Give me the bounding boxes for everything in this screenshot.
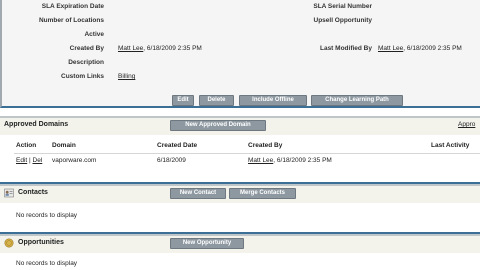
- field-label: Upsell Opportunity: [313, 17, 373, 24]
- account-detail-section: SLA Expiration Date SLA Serial Number Nu…: [0, 0, 480, 94]
- created-date-cell: 6/18/2009: [157, 157, 186, 164]
- column-header: Domain: [52, 142, 76, 149]
- detail-row-description: Description: [2, 56, 480, 69]
- section-title: Approved Domains: [4, 121, 69, 128]
- table-row: Edit | Del vaporware.com 6/18/2009 Matt …: [0, 157, 480, 169]
- detail-button-bar: Edit Delete Include Offline Change Learn…: [0, 94, 480, 108]
- field-value: Billing: [118, 70, 135, 83]
- section-title: Contacts: [18, 189, 48, 196]
- field-label: Active: [84, 31, 104, 38]
- detail-row-locations: Number of Locations Upsell Opportunity: [2, 14, 480, 27]
- field-label: SLA Serial Number: [313, 3, 372, 10]
- billing-link[interactable]: Billing: [118, 73, 135, 80]
- empty-message: No records to display: [16, 212, 78, 219]
- user-link[interactable]: Matt Lee: [378, 45, 403, 52]
- opportunities-section: Opportunities New Opportunity No records…: [0, 234, 480, 270]
- field-label: Created By: [69, 45, 104, 52]
- opportunities-list: No records to display: [0, 253, 480, 270]
- help-link[interactable]: Appro: [458, 118, 475, 132]
- include-offline-button[interactable]: Include Offline: [239, 95, 307, 106]
- page: SLA Expiration Date SLA Serial Number Nu…: [0, 0, 480, 270]
- created-by-timestamp: , 6/18/2009 2:35 PM: [273, 157, 332, 164]
- new-contact-button[interactable]: New Contact: [170, 188, 226, 199]
- column-header: Created By: [248, 142, 283, 149]
- field-value: Matt Lee, 6/18/2009 2:35 PM: [378, 42, 462, 55]
- contacts-section: Contacts New Contact Merge Contacts No r…: [0, 184, 480, 232]
- new-opportunity-button[interactable]: New Opportunity: [170, 238, 244, 249]
- column-header: Action: [16, 142, 37, 149]
- user-link[interactable]: Matt Lee: [248, 157, 273, 164]
- detail-row-sla-expiration: SLA Expiration Date SLA Serial Number: [2, 0, 480, 13]
- user-link[interactable]: Matt Lee: [118, 45, 143, 52]
- delete-link[interactable]: Del: [33, 157, 43, 164]
- field-label: Number of Locations: [38, 17, 104, 24]
- row-actions: Edit | Del: [16, 157, 42, 164]
- field-label: SLA Expiration Date: [41, 3, 104, 10]
- approved-domains-table: Action Domain Created Date Created By La…: [0, 135, 480, 182]
- approved-domains-section: Approved Domains New Approved Domain App…: [0, 116, 480, 182]
- column-header: Last Activity: [431, 142, 470, 149]
- new-approved-domain-button[interactable]: New Approved Domain: [170, 120, 266, 131]
- section-title: Opportunities: [18, 239, 64, 246]
- delete-button[interactable]: Delete: [199, 95, 234, 106]
- empty-message: No records to display: [16, 260, 78, 267]
- column-header: Created Date: [157, 142, 198, 149]
- merge-contacts-button[interactable]: Merge Contacts: [229, 188, 296, 199]
- field-label: Description: [68, 59, 104, 66]
- opportunity-coin-icon: [4, 238, 14, 248]
- created-by-cell: Matt Lee, 6/18/2009 2:35 PM: [248, 157, 332, 164]
- contact-card-icon: [4, 188, 14, 198]
- contacts-list: No records to display: [0, 203, 480, 232]
- domain-cell[interactable]: vaporware.com: [52, 157, 96, 164]
- change-learning-path-button[interactable]: Change Learning Path: [311, 95, 403, 106]
- field-label: Last Modified By: [319, 45, 372, 52]
- header-divider: [14, 153, 480, 154]
- field-label: Custom Links: [61, 73, 104, 80]
- edit-link[interactable]: Edit: [16, 157, 27, 164]
- section-header: Contacts New Contact Merge Contacts: [0, 186, 480, 200]
- detail-row-active: Active: [2, 28, 480, 41]
- section-header: Opportunities New Opportunity: [0, 236, 480, 250]
- edit-button[interactable]: Edit: [172, 95, 194, 106]
- created-timestamp: , 6/18/2009 2:35 PM: [143, 45, 202, 52]
- modified-timestamp: , 6/18/2009 2:35 PM: [403, 45, 462, 52]
- detail-row-created-by: Created By Matt Lee, 6/18/2009 2:35 PM L…: [2, 42, 480, 55]
- detail-row-custom-links: Custom Links Billing: [2, 70, 480, 83]
- section-header: Approved Domains New Approved Domain App…: [0, 118, 480, 132]
- field-value: Matt Lee, 6/18/2009 2:35 PM: [118, 42, 202, 55]
